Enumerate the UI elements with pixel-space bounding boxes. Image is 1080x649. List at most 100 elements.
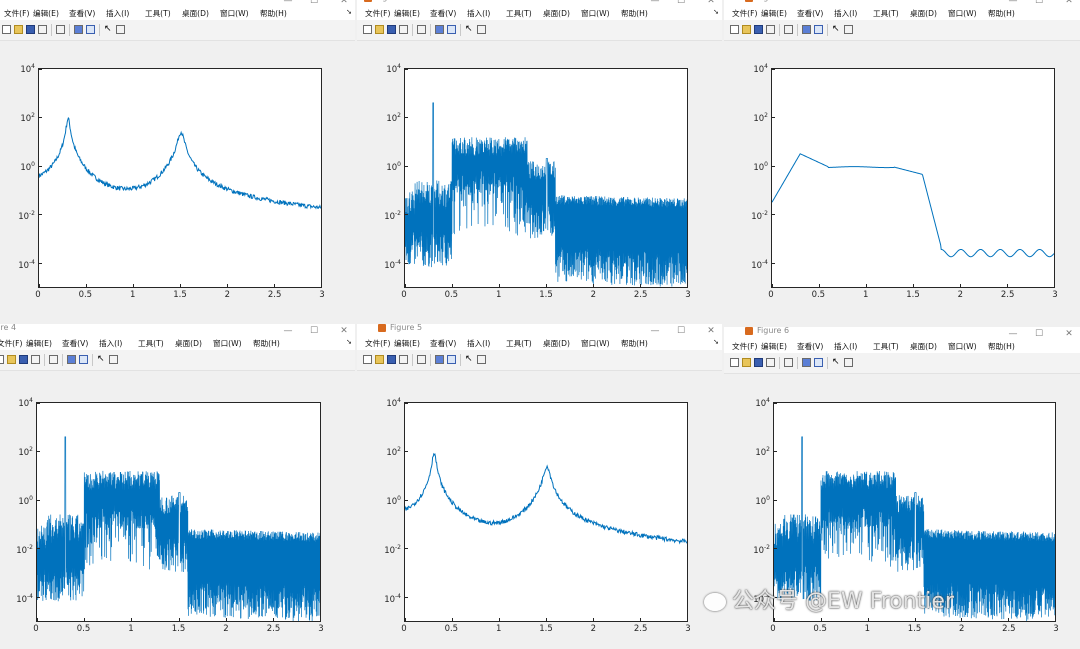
figure-window-5[interactable]: Figure 5— ☐ ✕ 文件(F) 编辑(E) 查看(V) 插入(I) 工具(T) 桌面(D… — [357, 324, 722, 649]
menu-item[interactable]: 文件(F) — [0, 338, 22, 349]
menu-item[interactable]: 帮助(H) — [260, 8, 287, 19]
menu-item[interactable]: 文件(F) — [365, 338, 390, 349]
menu-overflow-arrow-icon[interactable]: ➘ — [346, 338, 352, 346]
link-icon[interactable] — [784, 358, 793, 367]
menu-item[interactable]: 编辑(E) — [33, 8, 59, 19]
menu-item[interactable]: 工具(T) — [873, 341, 899, 352]
insert-colorbar-icon[interactable] — [802, 25, 811, 34]
link-icon[interactable] — [49, 355, 58, 364]
link-icon[interactable] — [56, 25, 65, 34]
insert-colorbar-icon[interactable] — [435, 25, 444, 34]
save-icon[interactable] — [387, 25, 396, 34]
property-editor-icon[interactable] — [844, 358, 853, 367]
plot-axes[interactable] — [771, 68, 1055, 288]
menu-item[interactable]: 查看(V) — [430, 338, 456, 349]
menu-item[interactable]: 帮助(H) — [621, 8, 648, 19]
menu-item[interactable]: 编辑(E) — [394, 8, 420, 19]
save-icon[interactable] — [754, 358, 763, 367]
menu-item[interactable]: 帮助(H) — [253, 338, 280, 349]
menu-item[interactable]: 查看(V) — [69, 8, 95, 19]
menu-item[interactable]: 文件(F) — [365, 8, 390, 19]
menu-item[interactable]: 查看(V) — [797, 8, 823, 19]
menu-item[interactable]: 编辑(E) — [394, 338, 420, 349]
property-editor-icon[interactable] — [477, 25, 486, 34]
select-arrow-icon[interactable]: ↖ — [465, 25, 474, 34]
open-file-icon[interactable] — [14, 25, 23, 34]
link-icon[interactable] — [417, 355, 426, 364]
insert-colorbar-icon[interactable] — [435, 355, 444, 364]
open-file-icon[interactable] — [742, 25, 751, 34]
link-icon[interactable] — [417, 25, 426, 34]
menu-item[interactable]: 窗口(W) — [581, 8, 610, 19]
menu-item[interactable]: 窗口(W) — [948, 341, 977, 352]
insert-legend-icon[interactable] — [814, 25, 823, 34]
print-icon[interactable] — [399, 355, 408, 364]
figure-window-4[interactable]: Figure 4—☐✕ 文件(F) 编辑(E) 查看(V) 插入(I) 工具(T) 桌面(D… — [0, 324, 355, 649]
menu-item[interactable]: 帮助(H) — [621, 338, 648, 349]
insert-colorbar-icon[interactable] — [67, 355, 76, 364]
menu-item[interactable]: 查看(V) — [62, 338, 88, 349]
print-icon[interactable] — [766, 25, 775, 34]
select-arrow-icon[interactable]: ↖ — [104, 25, 113, 34]
link-icon[interactable] — [784, 25, 793, 34]
open-file-icon[interactable] — [7, 355, 16, 364]
figure-window-1[interactable]: Figure 1—☐✕文件(F)编辑(E)查看(V)插入(I)工具(T)桌面(D… — [0, 0, 355, 322]
plot-axes[interactable] — [404, 402, 688, 622]
title-bar[interactable]: Figure 6— ☐ ✕ — [724, 327, 1080, 339]
save-icon[interactable] — [26, 25, 35, 34]
menu-item[interactable]: 插入(I) — [106, 8, 129, 19]
select-arrow-icon[interactable]: ↖ — [97, 355, 106, 364]
print-icon[interactable] — [766, 358, 775, 367]
menu-overflow-arrow-icon[interactable]: ➘ — [713, 338, 719, 346]
save-icon[interactable] — [19, 355, 28, 364]
menu-overflow-arrow-icon[interactable]: ➘ — [713, 8, 719, 16]
menu-item[interactable]: 文件(F) — [732, 8, 757, 19]
property-editor-icon[interactable] — [844, 25, 853, 34]
menu-item[interactable]: 帮助(H) — [988, 341, 1015, 352]
menu-item[interactable]: 桌面(D) — [910, 341, 937, 352]
new-figure-icon[interactable] — [0, 355, 4, 364]
menu-item[interactable]: 查看(V) — [797, 341, 823, 352]
title-bar[interactable]: Figure 4—☐✕ — [0, 324, 355, 336]
menu-item[interactable]: 帮助(H) — [988, 8, 1015, 19]
menu-item[interactable]: 插入(I) — [99, 338, 122, 349]
insert-colorbar-icon[interactable] — [74, 25, 83, 34]
menu-item[interactable]: 插入(I) — [467, 338, 490, 349]
menu-item[interactable]: 工具(T) — [138, 338, 164, 349]
insert-colorbar-icon[interactable] — [802, 358, 811, 367]
save-icon[interactable] — [754, 25, 763, 34]
insert-legend-icon[interactable] — [79, 355, 88, 364]
menu-item[interactable]: 桌面(D) — [543, 8, 570, 19]
print-icon[interactable] — [38, 25, 47, 34]
print-icon[interactable] — [31, 355, 40, 364]
menu-item[interactable]: 窗口(W) — [220, 8, 249, 19]
menu-item[interactable]: 工具(T) — [506, 338, 532, 349]
figure-window-2[interactable]: Figure 2—☐✕文件(F)编辑(E)查看(V)插入(I)工具(T)桌面(D… — [357, 0, 722, 322]
menu-item[interactable]: 工具(T) — [145, 8, 171, 19]
save-icon[interactable] — [387, 355, 396, 364]
new-figure-icon[interactable] — [730, 25, 739, 34]
menu-item[interactable]: 插入(I) — [834, 341, 857, 352]
menu-item[interactable]: 窗口(W) — [581, 338, 610, 349]
new-figure-icon[interactable] — [730, 358, 739, 367]
menu-item[interactable]: 桌面(D) — [175, 338, 202, 349]
menu-item[interactable]: 桌面(D) — [543, 338, 570, 349]
open-file-icon[interactable] — [375, 25, 384, 34]
select-arrow-icon[interactable]: ↖ — [465, 355, 474, 364]
print-icon[interactable] — [399, 25, 408, 34]
new-figure-icon[interactable] — [2, 25, 11, 34]
menu-item[interactable]: 工具(T) — [506, 8, 532, 19]
menu-item[interactable]: 编辑(E) — [26, 338, 52, 349]
menu-item[interactable]: 编辑(E) — [761, 8, 787, 19]
menu-item[interactable]: 文件(F) — [4, 8, 29, 19]
title-bar[interactable]: Figure 5— ☐ ✕ — [357, 324, 722, 336]
open-file-icon[interactable] — [742, 358, 751, 367]
open-file-icon[interactable] — [375, 355, 384, 364]
new-figure-icon[interactable] — [363, 355, 372, 364]
menu-item[interactable]: 文件(F) — [732, 341, 757, 352]
menu-item[interactable]: 窗口(W) — [213, 338, 242, 349]
select-arrow-icon[interactable]: ↖ — [832, 25, 841, 34]
menu-item[interactable]: 窗口(W) — [948, 8, 977, 19]
menu-item[interactable]: 插入(I) — [467, 8, 490, 19]
menu-overflow-arrow-icon[interactable]: ➘ — [346, 8, 352, 16]
